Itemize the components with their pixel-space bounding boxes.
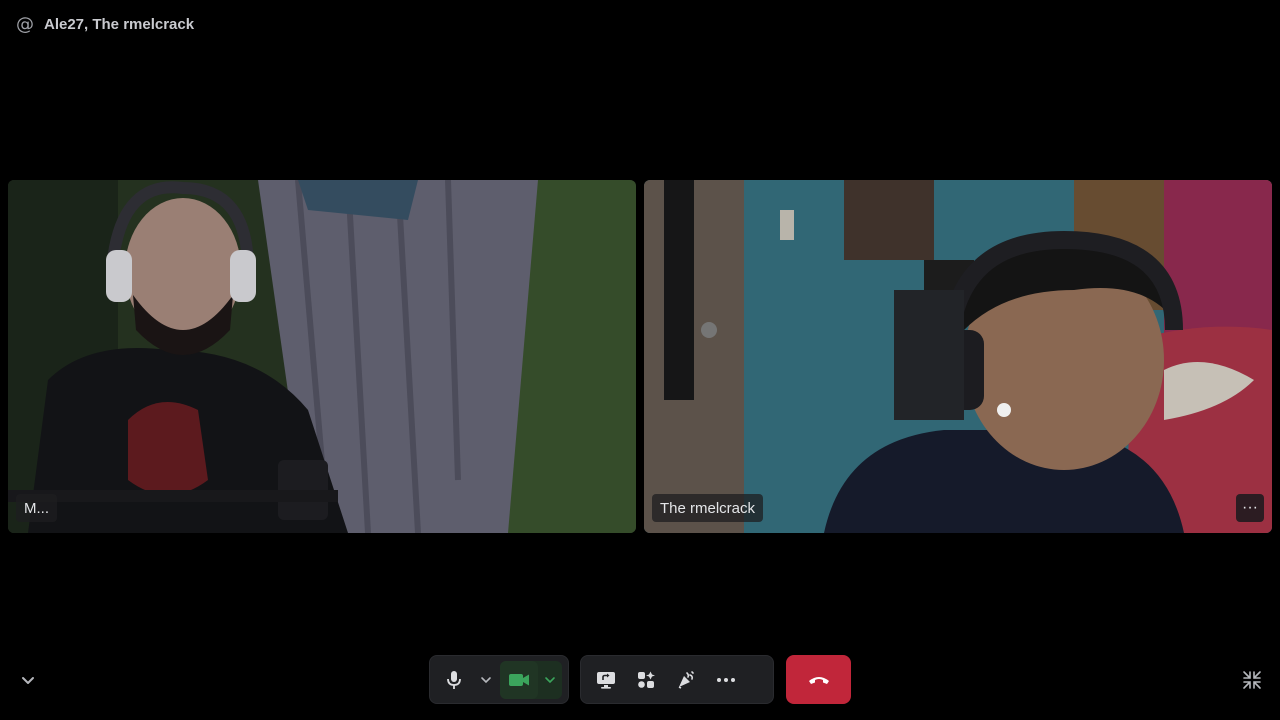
screen-share-icon bbox=[597, 671, 615, 689]
chevron-down-icon bbox=[22, 677, 34, 684]
at-sign-icon: @ bbox=[16, 13, 34, 35]
video-feed bbox=[8, 180, 636, 533]
camera-control bbox=[500, 660, 562, 699]
chevron-down-icon bbox=[481, 676, 492, 683]
chevron-down-icon bbox=[545, 676, 555, 683]
camera-button[interactable] bbox=[500, 660, 538, 699]
video-tile-participant-1[interactable]: M... bbox=[8, 180, 636, 533]
participant-name-tag: M... bbox=[16, 494, 57, 522]
microphone-icon bbox=[447, 670, 462, 689]
soundboard-icon bbox=[678, 670, 694, 689]
call-window: @ Ale27, The rmelcrack M... The rmelcrac… bbox=[0, 0, 1280, 720]
camera-options-button[interactable] bbox=[538, 661, 562, 699]
more-horizontal-icon bbox=[717, 677, 735, 682]
more-options-button[interactable] bbox=[707, 661, 745, 699]
phone-hangup-icon bbox=[808, 676, 829, 684]
soundboard-button[interactable] bbox=[667, 661, 705, 699]
call-actions-controls bbox=[580, 655, 774, 704]
participant-name-tag: The rmelcrack bbox=[652, 494, 764, 522]
video-tile-participant-2[interactable]: The rmelcrack ··· bbox=[644, 180, 1272, 533]
video-feed bbox=[644, 180, 1272, 533]
minimize-icon bbox=[1243, 671, 1261, 689]
end-call-button[interactable] bbox=[786, 655, 851, 704]
activities-button[interactable] bbox=[627, 661, 665, 699]
microphone-options-button[interactable] bbox=[475, 661, 498, 699]
collapse-button[interactable] bbox=[16, 668, 40, 692]
video-camera-icon bbox=[509, 673, 529, 686]
call-header: @ Ale27, The rmelcrack bbox=[16, 12, 194, 36]
activities-icon bbox=[638, 671, 655, 688]
minimize-button[interactable] bbox=[1240, 668, 1264, 692]
tile-more-options-button[interactable]: ··· bbox=[1236, 494, 1264, 522]
audio-video-controls bbox=[429, 655, 569, 704]
call-title: Ale27, The rmelcrack bbox=[44, 15, 195, 33]
screen-share-button[interactable] bbox=[587, 661, 625, 699]
microphone-button[interactable] bbox=[436, 661, 473, 699]
